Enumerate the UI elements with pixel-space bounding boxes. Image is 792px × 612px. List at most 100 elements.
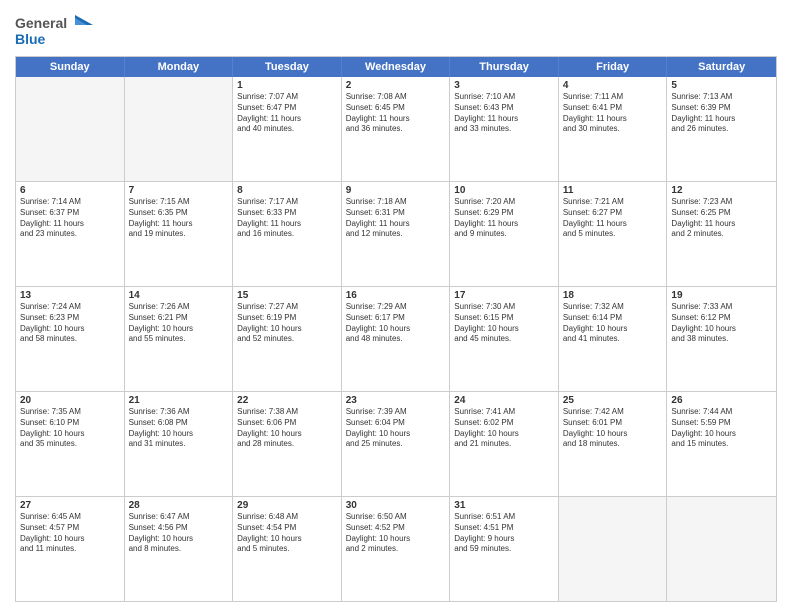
calendar-header-day: Monday: [125, 57, 234, 77]
day-number: 13: [20, 290, 120, 301]
day-info: Sunrise: 7:29 AMSunset: 6:17 PMDaylight:…: [346, 302, 446, 345]
calendar-row: 13Sunrise: 7:24 AMSunset: 6:23 PMDayligh…: [16, 286, 776, 391]
calendar-cell: 28Sunrise: 6:47 AMSunset: 4:56 PMDayligh…: [125, 497, 234, 601]
calendar-cell: 6Sunrise: 7:14 AMSunset: 6:37 PMDaylight…: [16, 182, 125, 286]
day-info: Sunrise: 7:36 AMSunset: 6:08 PMDaylight:…: [129, 407, 229, 450]
calendar-header-day: Saturday: [667, 57, 776, 77]
day-number: 6: [20, 185, 120, 196]
calendar-cell: 10Sunrise: 7:20 AMSunset: 6:29 PMDayligh…: [450, 182, 559, 286]
day-info: Sunrise: 7:23 AMSunset: 6:25 PMDaylight:…: [671, 197, 772, 240]
day-number: 31: [454, 500, 554, 511]
day-number: 14: [129, 290, 229, 301]
calendar-cell: 13Sunrise: 7:24 AMSunset: 6:23 PMDayligh…: [16, 287, 125, 391]
page: General Blue SundayMondayTuesdayWednesda…: [0, 0, 792, 612]
calendar-row: 27Sunrise: 6:45 AMSunset: 4:57 PMDayligh…: [16, 496, 776, 601]
day-info: Sunrise: 7:33 AMSunset: 6:12 PMDaylight:…: [671, 302, 772, 345]
day-info: Sunrise: 7:15 AMSunset: 6:35 PMDaylight:…: [129, 197, 229, 240]
calendar-cell: 8Sunrise: 7:17 AMSunset: 6:33 PMDaylight…: [233, 182, 342, 286]
day-number: 28: [129, 500, 229, 511]
day-number: 5: [671, 80, 772, 91]
calendar-cell: 21Sunrise: 7:36 AMSunset: 6:08 PMDayligh…: [125, 392, 234, 496]
day-info: Sunrise: 7:41 AMSunset: 6:02 PMDaylight:…: [454, 407, 554, 450]
calendar-header-day: Thursday: [450, 57, 559, 77]
calendar-cell: 29Sunrise: 6:48 AMSunset: 4:54 PMDayligh…: [233, 497, 342, 601]
calendar-row: 20Sunrise: 7:35 AMSunset: 6:10 PMDayligh…: [16, 391, 776, 496]
day-number: 30: [346, 500, 446, 511]
calendar-cell: 23Sunrise: 7:39 AMSunset: 6:04 PMDayligh…: [342, 392, 451, 496]
calendar-row: 1Sunrise: 7:07 AMSunset: 6:47 PMDaylight…: [16, 77, 776, 181]
header: General Blue: [15, 10, 777, 50]
day-number: 10: [454, 185, 554, 196]
day-number: 15: [237, 290, 337, 301]
day-info: Sunrise: 6:48 AMSunset: 4:54 PMDaylight:…: [237, 512, 337, 555]
calendar-cell: [667, 497, 776, 601]
calendar-header: SundayMondayTuesdayWednesdayThursdayFrid…: [16, 57, 776, 77]
day-number: 8: [237, 185, 337, 196]
calendar-header-day: Wednesday: [342, 57, 451, 77]
day-info: Sunrise: 7:38 AMSunset: 6:06 PMDaylight:…: [237, 407, 337, 450]
calendar-cell: 19Sunrise: 7:33 AMSunset: 6:12 PMDayligh…: [667, 287, 776, 391]
calendar-cell: 9Sunrise: 7:18 AMSunset: 6:31 PMDaylight…: [342, 182, 451, 286]
day-info: Sunrise: 7:27 AMSunset: 6:19 PMDaylight:…: [237, 302, 337, 345]
calendar-cell: [125, 77, 234, 181]
day-number: 3: [454, 80, 554, 91]
day-number: 26: [671, 395, 772, 406]
calendar-cell: 16Sunrise: 7:29 AMSunset: 6:17 PMDayligh…: [342, 287, 451, 391]
calendar-cell: 12Sunrise: 7:23 AMSunset: 6:25 PMDayligh…: [667, 182, 776, 286]
calendar-cell: 14Sunrise: 7:26 AMSunset: 6:21 PMDayligh…: [125, 287, 234, 391]
calendar-cell: 15Sunrise: 7:27 AMSunset: 6:19 PMDayligh…: [233, 287, 342, 391]
calendar-cell: 4Sunrise: 7:11 AMSunset: 6:41 PMDaylight…: [559, 77, 668, 181]
day-info: Sunrise: 7:17 AMSunset: 6:33 PMDaylight:…: [237, 197, 337, 240]
day-number: 7: [129, 185, 229, 196]
calendar-cell: 20Sunrise: 7:35 AMSunset: 6:10 PMDayligh…: [16, 392, 125, 496]
svg-text:Blue: Blue: [15, 31, 46, 47]
day-info: Sunrise: 7:32 AMSunset: 6:14 PMDaylight:…: [563, 302, 663, 345]
calendar-header-day: Sunday: [16, 57, 125, 77]
day-number: 22: [237, 395, 337, 406]
calendar-header-day: Tuesday: [233, 57, 342, 77]
calendar-cell: 3Sunrise: 7:10 AMSunset: 6:43 PMDaylight…: [450, 77, 559, 181]
calendar-cell: 5Sunrise: 7:13 AMSunset: 6:39 PMDaylight…: [667, 77, 776, 181]
logo-icon: General Blue: [15, 10, 95, 50]
day-info: Sunrise: 6:47 AMSunset: 4:56 PMDaylight:…: [129, 512, 229, 555]
calendar-cell: 2Sunrise: 7:08 AMSunset: 6:45 PMDaylight…: [342, 77, 451, 181]
calendar-header-day: Friday: [559, 57, 668, 77]
day-number: 2: [346, 80, 446, 91]
day-info: Sunrise: 7:11 AMSunset: 6:41 PMDaylight:…: [563, 92, 663, 135]
day-number: 23: [346, 395, 446, 406]
day-info: Sunrise: 7:08 AMSunset: 6:45 PMDaylight:…: [346, 92, 446, 135]
day-info: Sunrise: 7:39 AMSunset: 6:04 PMDaylight:…: [346, 407, 446, 450]
day-number: 27: [20, 500, 120, 511]
calendar-cell: 22Sunrise: 7:38 AMSunset: 6:06 PMDayligh…: [233, 392, 342, 496]
calendar-cell: 11Sunrise: 7:21 AMSunset: 6:27 PMDayligh…: [559, 182, 668, 286]
calendar-cell: 17Sunrise: 7:30 AMSunset: 6:15 PMDayligh…: [450, 287, 559, 391]
calendar-cell: 27Sunrise: 6:45 AMSunset: 4:57 PMDayligh…: [16, 497, 125, 601]
calendar-cell: 7Sunrise: 7:15 AMSunset: 6:35 PMDaylight…: [125, 182, 234, 286]
day-number: 29: [237, 500, 337, 511]
day-number: 11: [563, 185, 663, 196]
calendar-cell: 25Sunrise: 7:42 AMSunset: 6:01 PMDayligh…: [559, 392, 668, 496]
day-info: Sunrise: 7:13 AMSunset: 6:39 PMDaylight:…: [671, 92, 772, 135]
day-info: Sunrise: 7:42 AMSunset: 6:01 PMDaylight:…: [563, 407, 663, 450]
day-info: Sunrise: 6:51 AMSunset: 4:51 PMDaylight:…: [454, 512, 554, 555]
calendar-cell: 24Sunrise: 7:41 AMSunset: 6:02 PMDayligh…: [450, 392, 559, 496]
day-info: Sunrise: 6:45 AMSunset: 4:57 PMDaylight:…: [20, 512, 120, 555]
calendar-cell: 30Sunrise: 6:50 AMSunset: 4:52 PMDayligh…: [342, 497, 451, 601]
day-number: 12: [671, 185, 772, 196]
day-info: Sunrise: 6:50 AMSunset: 4:52 PMDaylight:…: [346, 512, 446, 555]
calendar-cell: 26Sunrise: 7:44 AMSunset: 5:59 PMDayligh…: [667, 392, 776, 496]
day-number: 25: [563, 395, 663, 406]
svg-text:General: General: [15, 15, 67, 31]
day-info: Sunrise: 7:35 AMSunset: 6:10 PMDaylight:…: [20, 407, 120, 450]
day-info: Sunrise: 7:07 AMSunset: 6:47 PMDaylight:…: [237, 92, 337, 135]
day-number: 21: [129, 395, 229, 406]
day-number: 18: [563, 290, 663, 301]
calendar-cell: [559, 497, 668, 601]
day-info: Sunrise: 7:44 AMSunset: 5:59 PMDaylight:…: [671, 407, 772, 450]
day-number: 1: [237, 80, 337, 91]
day-info: Sunrise: 7:10 AMSunset: 6:43 PMDaylight:…: [454, 92, 554, 135]
calendar-cell: 18Sunrise: 7:32 AMSunset: 6:14 PMDayligh…: [559, 287, 668, 391]
day-info: Sunrise: 7:18 AMSunset: 6:31 PMDaylight:…: [346, 197, 446, 240]
calendar-cell: [16, 77, 125, 181]
calendar-cell: 31Sunrise: 6:51 AMSunset: 4:51 PMDayligh…: [450, 497, 559, 601]
